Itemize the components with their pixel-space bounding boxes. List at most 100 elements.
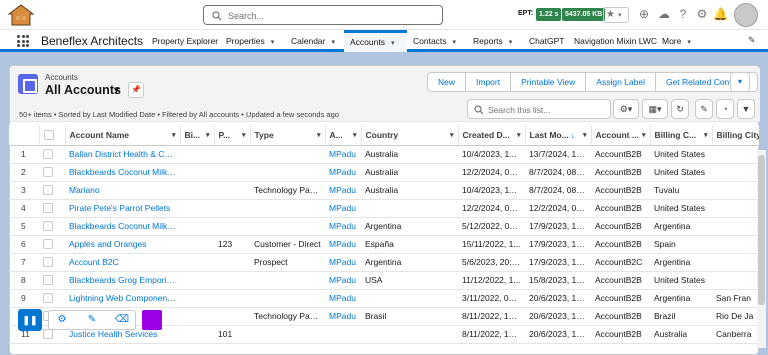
import-button[interactable]: Import	[466, 73, 512, 91]
column-header-account-name[interactable]: Account Name ▾	[65, 125, 181, 146]
table-row[interactable]: 7 Account B2C Prospect MPadu Argentina 5/6/20…	[9, 253, 759, 272]
eraser-icon[interactable]: ⌫	[113, 312, 131, 328]
row-checkbox-cell[interactable]	[39, 271, 65, 290]
owner-link[interactable]	[325, 325, 361, 344]
chevron-down-icon[interactable]: ▾	[687, 39, 691, 46]
row-checkbox[interactable]	[43, 203, 53, 214]
global-search-input[interactable]: Search...	[203, 5, 443, 25]
row-checkbox-cell[interactable]	[39, 181, 65, 200]
avatar-icon[interactable]	[734, 3, 758, 27]
owner-link[interactable]: MPadu	[325, 199, 361, 218]
column-header-a[interactable]: A... ▾	[325, 125, 362, 146]
nav-item-properties[interactable]: Properties ▾	[220, 30, 280, 52]
refresh-icon[interactable]: ↻	[671, 99, 689, 119]
nav-item-reports[interactable]: Reports ▾	[467, 30, 518, 52]
row-checkbox[interactable]	[43, 185, 53, 196]
column-header-country[interactable]: Country ▾	[361, 125, 459, 146]
owner-link[interactable]: MPadu	[325, 307, 361, 326]
table-row[interactable]: 1 Ballan District Health & Care2 MPadu Aust…	[9, 145, 759, 164]
nav-item-chatgpt[interactable]: ChatGPT	[523, 30, 570, 52]
list-view-chevron-down-icon[interactable]: ▼	[112, 85, 121, 95]
row-checkbox[interactable]	[43, 167, 53, 178]
owner-link[interactable]: MPadu	[325, 235, 361, 254]
row-checkbox-cell[interactable]	[39, 253, 65, 272]
table-row[interactable]: 8 Blackbeards Grog Emporium MPadu USA 11/12/…	[9, 271, 759, 290]
help-icon[interactable]: ?	[676, 7, 690, 21]
owner-link[interactable]: MPadu	[325, 181, 361, 200]
account-name-link[interactable]: Blackbeards Grog Emporium	[65, 271, 180, 290]
settings-icon[interactable]: ⚙▾	[613, 99, 639, 119]
account-name-link[interactable]: Account B2C	[65, 253, 180, 272]
owner-link[interactable]: MPadu	[325, 145, 361, 164]
list-search-input[interactable]: Search this list...	[467, 99, 611, 119]
chevron-down-icon[interactable]: ▾	[391, 40, 395, 47]
owner-link[interactable]: MPadu	[325, 271, 361, 290]
column-header-last-modified[interactable]: Last Mo... ↓ ▾	[525, 125, 592, 146]
row-checkbox-cell[interactable]	[39, 199, 65, 218]
nav-item-more[interactable]: More ▾	[656, 30, 697, 52]
chevron-down-icon[interactable]: ▾	[704, 131, 708, 139]
column-header-billing-city[interactable]: Billing City	[712, 125, 759, 146]
account-name-link[interactable]: Apples and Oranges	[65, 235, 180, 254]
table-row[interactable]: 2 Blackbeards Coconut Milk Em... MPadu Aust…	[9, 163, 759, 182]
chevron-down-icon[interactable]: ▾	[450, 131, 454, 139]
list-view-name[interactable]: All Accounts	[45, 83, 121, 97]
color-swatch-button[interactable]	[142, 310, 162, 330]
table-row[interactable]: 6 Apples and Oranges 123 Customer - Direct M…	[9, 235, 759, 254]
vertical-scrollbar[interactable]	[757, 150, 766, 348]
owner-link[interactable]: MPadu	[325, 217, 361, 236]
bell-icon[interactable]: 🔔	[713, 7, 728, 21]
row-checkbox-cell[interactable]	[39, 217, 65, 236]
account-name-link[interactable]: Blackbeards Coconut Milk Em...	[65, 163, 180, 182]
waffle-icon[interactable]	[17, 35, 29, 47]
home-logo-icon[interactable]	[8, 4, 34, 26]
filter-icon[interactable]: ▼	[737, 99, 755, 119]
pause-icon[interactable]: ❚❚	[18, 309, 42, 331]
chevron-down-icon[interactable]: ▾	[509, 39, 513, 46]
chevron-down-icon[interactable]: ▾	[332, 39, 336, 46]
row-checkbox-cell[interactable]	[39, 235, 65, 254]
owner-link[interactable]: MPadu	[325, 289, 361, 308]
row-checkbox-cell[interactable]	[39, 145, 65, 164]
new-button[interactable]: New	[428, 73, 467, 91]
nav-item-navigation-mixin-lwc[interactable]: Navigation Mixin LWC	[568, 30, 663, 52]
chevron-down-icon[interactable]: ▾	[353, 131, 357, 139]
column-header-p[interactable]: P... ▾	[214, 125, 251, 146]
table-row[interactable]: 5 Blackbeards Coconut Milk Em... MPadu Arge…	[9, 217, 759, 236]
table-view-icon[interactable]: ▦▾	[642, 99, 668, 119]
edit-icon[interactable]: ✎	[695, 99, 713, 119]
table-row[interactable]: 3 Mariano Technology Partner MPadu Australia…	[9, 181, 759, 200]
printable-view-button[interactable]: Printable View	[511, 73, 587, 91]
nav-item-accounts[interactable]: Accounts ▾	[344, 30, 407, 52]
scrollbar-thumb[interactable]	[758, 155, 765, 305]
nav-item-calendar[interactable]: Calendar ▾	[285, 30, 341, 52]
row-checkbox[interactable]	[43, 149, 53, 160]
chevron-down-icon[interactable]: ▾	[453, 39, 457, 46]
pin-icon[interactable]: 📌	[128, 82, 144, 98]
chevron-down-icon[interactable]: ▾	[206, 131, 210, 139]
trailhead-icon[interactable]: ☁	[657, 7, 671, 21]
chevron-down-icon[interactable]: ▾	[172, 131, 176, 139]
table-row[interactable]: 9 Lightning Web Components S... MPadu 3/11/…	[9, 289, 759, 308]
row-checkbox-cell[interactable]	[39, 289, 65, 308]
row-checkbox[interactable]	[43, 293, 53, 304]
chevron-down-icon[interactable]: ▾	[517, 131, 521, 139]
chevron-down-icon[interactable]: ▾	[642, 131, 646, 139]
row-checkbox[interactable]	[43, 275, 53, 286]
chevron-down-icon[interactable]: ▾	[583, 131, 587, 139]
nav-item-contacts[interactable]: Contacts ▾	[407, 30, 462, 52]
assign-label-button[interactable]: Assign Label	[586, 73, 656, 91]
nav-item-property-explorer[interactable]: Property Explorer	[146, 30, 224, 52]
row-checkbox[interactable]	[43, 257, 53, 268]
owner-link[interactable]: MPadu	[325, 163, 361, 182]
row-checkbox[interactable]	[43, 239, 53, 250]
more-actions-chevron-down-icon[interactable]: ▾	[730, 72, 750, 92]
edit-nav-icon[interactable]: ✎	[748, 35, 756, 46]
chevron-down-icon[interactable]: ▾	[242, 131, 246, 139]
column-header-account-record-type[interactable]: Account ... ▾	[591, 125, 651, 146]
select-all-header[interactable]	[39, 125, 66, 146]
row-checkbox[interactable]	[43, 221, 53, 232]
select-all-checkbox[interactable]	[43, 130, 54, 141]
account-name-link[interactable]: Blackbeards Coconut Milk Em...	[65, 217, 180, 236]
settings-icon[interactable]: ⚙	[53, 312, 71, 328]
